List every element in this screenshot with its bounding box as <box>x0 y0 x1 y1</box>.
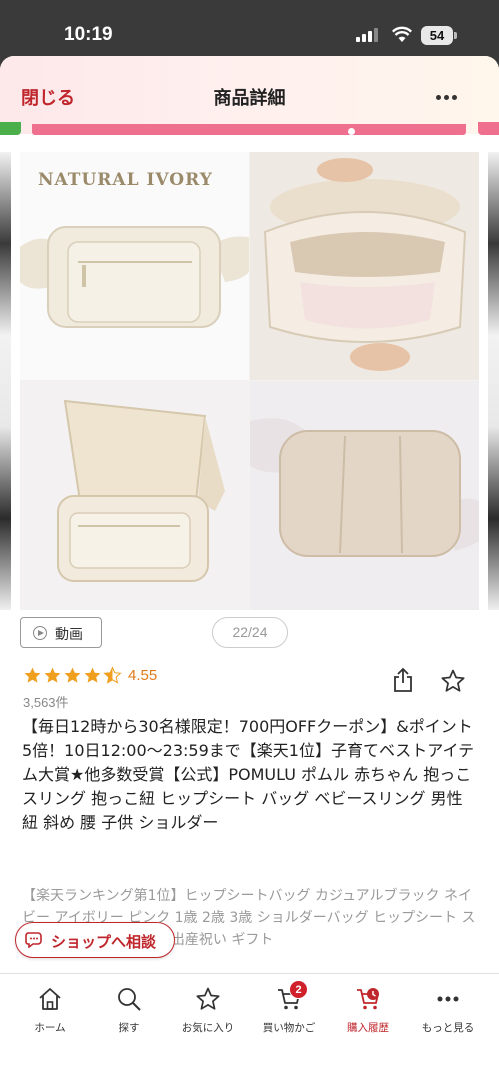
nav-more[interactable]: もっと見る <box>408 974 488 1044</box>
page-title: 商品詳細 <box>213 88 286 109</box>
rating-value: 4.55 <box>128 667 158 684</box>
product-detail-sheet: 閉じる 商品詳細 NATURAL IVORY 動画 22/24 4.55 3,5… <box>0 56 499 1080</box>
star-full-icon <box>24 667 41 683</box>
product-image[interactable]: NATURAL IVORY <box>20 152 479 610</box>
cart-count-badge: 2 <box>289 980 308 999</box>
nav-cart[interactable]: 2 買い物かご <box>249 974 329 1044</box>
shop-consult-button[interactable]: ショップへ相談 <box>15 922 175 958</box>
image-page-counter: 22/24 <box>212 617 288 648</box>
nav-home-label: ホーム <box>34 1022 66 1034</box>
rating-stars <box>23 666 127 686</box>
nav-purchase-history[interactable]: 購入履歴 <box>328 974 408 1044</box>
star-full-icon <box>84 667 101 683</box>
nav-home[interactable]: ホーム <box>10 974 90 1044</box>
star-full-icon <box>64 667 81 683</box>
image-tile-front: NATURAL IVORY <box>20 152 249 380</box>
nav-search[interactable]: 探す <box>89 974 169 1044</box>
video-button[interactable]: 動画 <box>20 617 102 648</box>
nav-cart-label: 買い物かご <box>262 1022 316 1034</box>
image-tile-interior <box>250 152 479 380</box>
image-tile-open <box>20 381 249 610</box>
status-time: 10:19 <box>64 24 113 45</box>
shop-consult-label: ショップへ相談 <box>51 933 157 951</box>
nav-favorites[interactable]: お気に入り <box>168 974 248 1044</box>
image-carousel[interactable]: NATURAL IVORY <box>0 152 499 610</box>
promo-banner[interactable] <box>32 124 466 135</box>
prev-banner-edge <box>0 122 21 135</box>
star-full-icon <box>44 667 61 683</box>
home-icon <box>39 988 61 1010</box>
review-count[interactable]: 3,563件 <box>23 692 69 711</box>
chat-bubble-icon <box>25 932 42 948</box>
play-icon <box>33 626 47 640</box>
nav-favorites-label: お気に入り <box>181 1022 235 1034</box>
star-half-icon <box>103 666 122 684</box>
favorite-star-icon[interactable] <box>440 668 466 694</box>
nav-purchase-history-label: 購入履歴 <box>347 1022 389 1034</box>
purchase-history-icon <box>357 988 379 1010</box>
wifi-icon <box>392 26 412 42</box>
video-label: 動画 <box>55 627 83 643</box>
share-icon[interactable] <box>392 667 414 693</box>
status-bar: 10:19 54 <box>0 0 499 52</box>
search-icon <box>118 988 141 1011</box>
star-icon <box>196 987 220 1010</box>
brand-watermark: NATURAL IVORY <box>38 170 213 190</box>
banner-indicator-dot <box>348 128 355 135</box>
battery-tip <box>454 32 457 39</box>
nav-more-label: もっと見る <box>421 1022 475 1034</box>
battery-icon: 54 <box>421 26 453 45</box>
more-horizontal-icon <box>437 996 459 1002</box>
nav-search-label: 探す <box>118 1022 140 1034</box>
header: 閉じる 商品詳細 <box>0 56 499 134</box>
next-image-peek[interactable] <box>488 152 499 610</box>
image-tile-back <box>250 381 479 610</box>
next-banner-edge <box>478 122 499 135</box>
bottom-navigation: ホーム 探す お気に入り 2 買い物かご 購入履歴 もっと見る <box>0 973 499 1080</box>
product-title: 【毎日12時から30名様限定！700円OFFクーポン】&ポイント5倍！10日12… <box>22 717 475 832</box>
signal-icon <box>356 28 382 42</box>
prev-image-peek[interactable] <box>0 152 11 610</box>
more-icon[interactable] <box>432 86 462 106</box>
